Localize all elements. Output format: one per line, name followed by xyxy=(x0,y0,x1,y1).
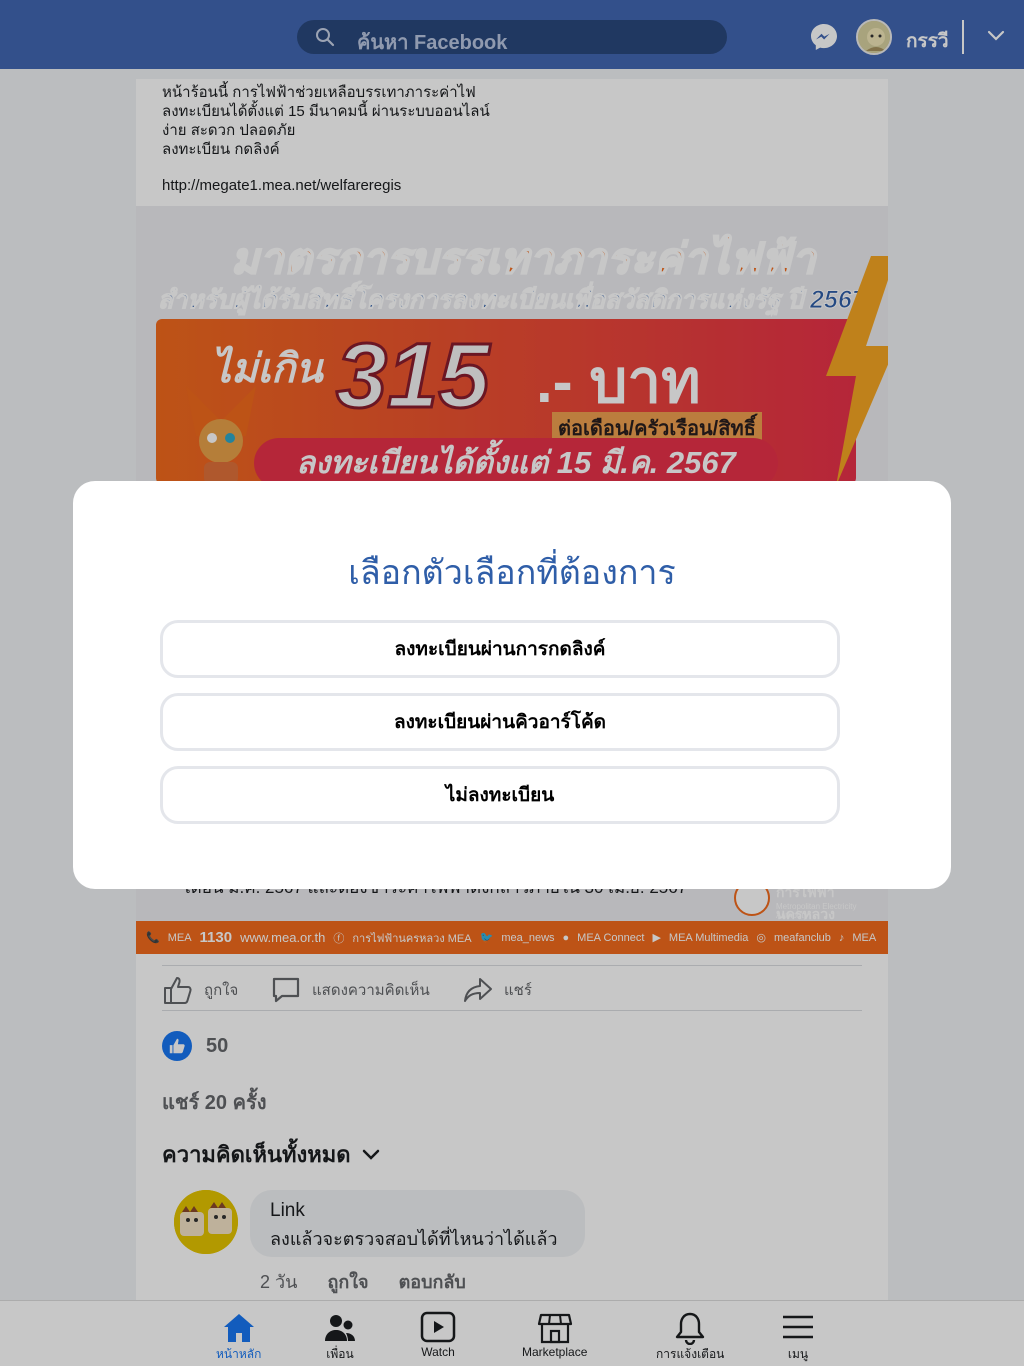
register-via-qr-button[interactable]: ลงทะเบียนผ่านคิวอาร์โค้ด xyxy=(160,693,840,751)
options-dialog: เลือกตัวเลือกที่ต้องการ ลงทะเบียนผ่านการ… xyxy=(73,481,951,889)
dialog-title: เลือกตัวเลือกที่ต้องการ xyxy=(348,554,676,592)
register-via-link-button[interactable]: ลงทะเบียนผ่านการกดลิงค์ xyxy=(160,620,840,678)
do-not-register-button[interactable]: ไม่ลงทะเบียน xyxy=(160,766,840,824)
